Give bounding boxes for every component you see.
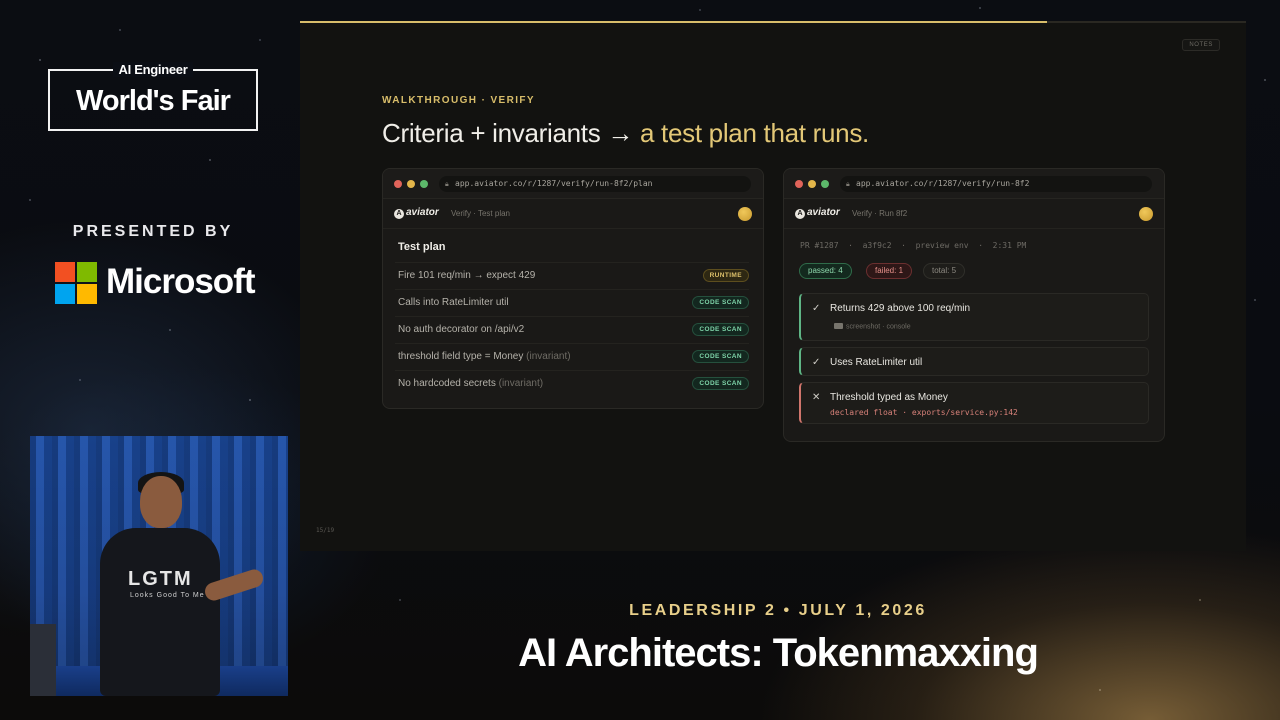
- url-bar[interactable]: 🔒︎ app.aviator.co/r/1287/verify/run-8f2/…: [439, 176, 751, 192]
- test-plan-window: 🔒︎ app.aviator.co/r/1287/verify/run-8f2/…: [382, 168, 764, 409]
- maximize-window-icon[interactable]: [821, 180, 829, 188]
- speaker: LGTM Looks Good To Me: [100, 472, 266, 696]
- check-card[interactable]: ✓ Uses RateLimiter util: [799, 347, 1149, 376]
- browser-chrome: 🔒︎ app.aviator.co/r/1287/verify/run-8f2: [784, 169, 1164, 199]
- speaker-shirt: [100, 528, 220, 696]
- runtime-tag[interactable]: RUNTIME: [702, 269, 749, 282]
- check-evidence[interactable]: screenshot · console: [834, 323, 911, 331]
- check-error[interactable]: declared float · exports/service.py:142: [830, 408, 1018, 417]
- breadcrumb[interactable]: Verify · Test plan: [451, 209, 510, 218]
- x-mark-icon: ✕: [812, 392, 821, 403]
- aviator-logo-icon: A: [795, 209, 805, 219]
- app-header: A aviator Verify · Run 8f2: [784, 199, 1164, 229]
- plan-row-text: Calls into RateLimiter util: [398, 297, 509, 308]
- shirt-subtext: Looks Good To Me: [130, 592, 205, 599]
- code-scan-tag[interactable]: CODE SCAN: [692, 350, 749, 363]
- code-scan-tag[interactable]: CODE SCAN: [692, 377, 749, 390]
- close-window-icon[interactable]: [394, 180, 402, 188]
- check-card-failed[interactable]: ✕ Threshold typed as Money declared floa…: [799, 382, 1149, 424]
- aviator-logo-icon: A: [394, 209, 404, 219]
- url-text: app.aviator.co/r/1287/verify/run-8f2/pla…: [455, 179, 653, 188]
- slide-kicker: WALKTHROUGH · VERIFY: [382, 95, 535, 106]
- headline-accent: a test plan that runs.: [639, 118, 869, 148]
- run-meta: PR #1287 · a3f9c2 · preview env · 2:31 P…: [800, 241, 1027, 250]
- slide-progress-track: [300, 21, 1246, 23]
- url-text: app.aviator.co/r/1287/verify/run-8f2: [856, 179, 1030, 188]
- worlds-fair-label: World's Fair: [76, 85, 231, 117]
- plan-row[interactable]: Calls into RateLimiter util CODE SCAN: [395, 289, 749, 316]
- plan-title: Test plan: [398, 241, 446, 253]
- total-count-badge[interactable]: total: 5: [923, 263, 966, 279]
- code-scan-tag[interactable]: CODE SCAN: [692, 296, 749, 309]
- close-window-icon[interactable]: [795, 180, 803, 188]
- invariant-note: (invariant): [526, 351, 571, 362]
- plan-row-text: No auth decorator on /api/v2: [398, 324, 525, 335]
- plan-row[interactable]: threshold field type = Money (invariant)…: [395, 343, 749, 370]
- presentation-slide: NOTES WALKTHROUGH · VERIFY Criteria + in…: [300, 21, 1246, 551]
- ai-engineer-label: AI Engineer: [112, 62, 194, 77]
- plan-row-text: threshold field type = Money: [398, 351, 527, 362]
- minimize-window-icon[interactable]: [808, 180, 816, 188]
- code-scan-tag[interactable]: CODE SCAN: [692, 323, 749, 336]
- check-label: Threshold typed as Money: [830, 392, 948, 403]
- plan-row-text: No hardcoded secrets: [398, 378, 499, 389]
- headline-plain: Criteria + invariants →: [382, 118, 640, 148]
- slide-headline: Criteria + invariants → a test plan that…: [382, 118, 869, 149]
- talk-title: AI Architects: Tokenmaxxing: [518, 631, 1039, 675]
- browser-chrome: 🔒︎ app.aviator.co/r/1287/verify/run-8f2/…: [383, 169, 763, 199]
- avatar[interactable]: [1139, 207, 1153, 221]
- run-results-window: 🔒︎ app.aviator.co/r/1287/verify/run-8f2 …: [783, 168, 1165, 442]
- minimize-window-icon[interactable]: [407, 180, 415, 188]
- checkmark-icon: ✓: [812, 357, 821, 368]
- plan-row[interactable]: Fire 101 req/min → expect 429 RUNTIME: [395, 262, 749, 289]
- passed-count-badge[interactable]: passed: 4: [799, 263, 852, 279]
- sponsor-name: Microsoft: [106, 262, 255, 301]
- plan-row[interactable]: No auth decorator on /api/v2 CODE SCAN: [395, 316, 749, 343]
- evidence-text: screenshot · console: [846, 323, 911, 331]
- worlds-fair-logo: AI Engineer World's Fair: [48, 62, 258, 131]
- camera-icon: [834, 323, 843, 329]
- maximize-window-icon[interactable]: [420, 180, 428, 188]
- slide-pager: 15/19: [316, 527, 335, 534]
- presented-by-label: PRESENTED BY: [72, 223, 234, 240]
- invariant-note: (invariant): [498, 378, 544, 389]
- shirt-text: LGTM: [128, 568, 193, 590]
- breadcrumb[interactable]: Verify · Run 8f2: [852, 209, 907, 218]
- url-bar[interactable]: 🔒︎ app.aviator.co/r/1287/verify/run-8f2: [840, 176, 1152, 192]
- check-label: Returns 429 above 100 req/min: [830, 303, 971, 314]
- podium: [30, 624, 56, 696]
- app-name: aviator: [406, 207, 439, 218]
- avatar[interactable]: [738, 207, 752, 221]
- lock-icon: 🔒︎: [846, 180, 850, 188]
- notes-button[interactable]: NOTES: [1182, 39, 1220, 51]
- plan-list: Fire 101 req/min → expect 429 RUNTIME Call…: [395, 262, 749, 397]
- event-label: LEADERSHIP 2 • JULY 1, 2026: [629, 602, 927, 619]
- check-label: Uses RateLimiter util: [830, 357, 923, 368]
- slide-progress-fill: [300, 21, 1048, 23]
- app-name: aviator: [807, 207, 840, 218]
- plan-row[interactable]: No hardcoded secrets (invariant) CODE SCA…: [395, 370, 749, 397]
- speaker-video: LGTM Looks Good To Me: [30, 436, 288, 696]
- app-header: A aviator Verify · Test plan: [383, 199, 763, 229]
- failed-count-badge[interactable]: failed: 1: [866, 263, 913, 279]
- lock-icon: 🔒︎: [445, 180, 449, 188]
- microsoft-logo-icon: [55, 262, 97, 304]
- check-card[interactable]: ✓ Returns 429 above 100 req/min screensh…: [799, 293, 1149, 341]
- checkmark-icon: ✓: [812, 303, 821, 314]
- plan-row-text: Fire 101 req/min → expect 429: [398, 270, 536, 281]
- speaker-head: [140, 476, 182, 528]
